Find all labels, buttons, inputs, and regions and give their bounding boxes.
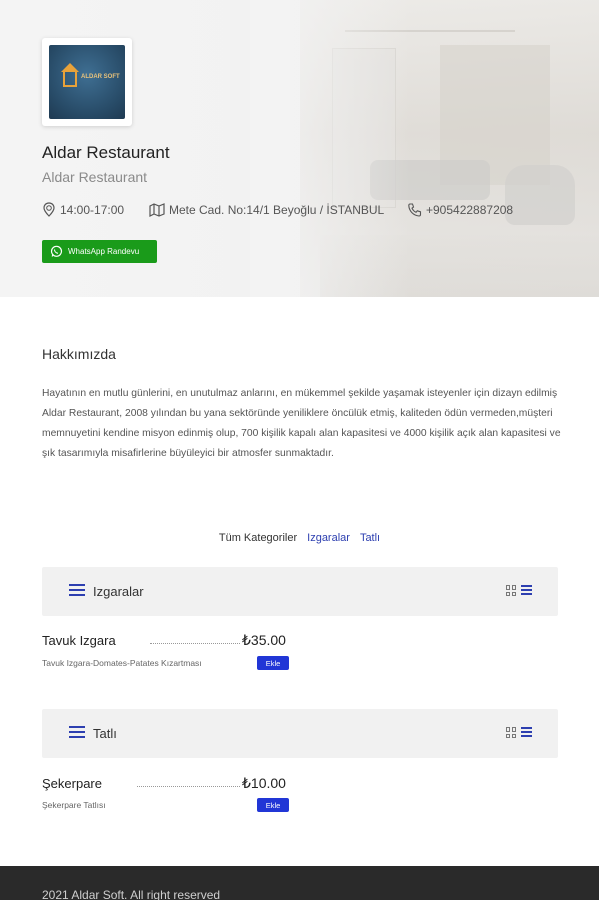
list-view-icon[interactable] <box>521 727 532 738</box>
menu-icon <box>69 584 85 596</box>
category-filter: Tüm Kategoriler Izgaralar Tatlı <box>0 532 599 544</box>
category-all[interactable]: Tüm Kategoriler <box>219 532 297 544</box>
restaurant-title: Aldar Restaurant <box>42 143 170 162</box>
hours-text: 14:00-17:00 <box>60 203 125 217</box>
grid-view-icon[interactable] <box>506 585 517 596</box>
category-tatli[interactable]: Tatlı <box>360 532 380 544</box>
address-text: Mete Cad. No:14/1 Beyoğlu / İSTANBUL <box>169 203 385 217</box>
grid-view-icon[interactable] <box>506 727 517 738</box>
menu-item-description: Şekerpare Tatlısı <box>42 800 106 810</box>
add-button[interactable]: Ekle <box>257 798 289 812</box>
phone-text: +905422887208 <box>426 203 514 217</box>
add-button[interactable]: Ekle <box>257 656 289 670</box>
view-toggle <box>506 585 532 596</box>
phone-icon <box>408 203 422 217</box>
restaurant-logo: ALDAR SOFT <box>42 38 132 126</box>
menu-item-price: ₺35.00 <box>242 632 286 648</box>
menu-item-price: ₺10.00 <box>242 775 286 791</box>
section-title: Izgaralar <box>93 584 144 599</box>
clock-icon <box>43 202 55 217</box>
category-izgaralar[interactable]: Izgaralar <box>307 532 350 544</box>
whatsapp-icon <box>50 245 63 257</box>
footer: 2021 Aldar Soft. All right reserved <box>0 866 599 900</box>
restaurant-subtitle: Aldar Restaurant <box>42 169 148 185</box>
section-header-tatli: Tatlı <box>42 709 558 758</box>
view-toggle <box>506 727 532 738</box>
price-leader <box>150 643 240 644</box>
list-view-icon[interactable] <box>521 585 532 596</box>
opening-hours: 14:00-17:00 <box>42 201 124 219</box>
address: Mete Cad. No:14/1 Beyoğlu / İSTANBUL <box>149 201 384 219</box>
logo-image: ALDAR SOFT <box>49 45 125 119</box>
whatsapp-appointment-button[interactable]: WhatsApp Randevu <box>42 240 157 263</box>
phone[interactable]: +905422887208 <box>407 201 513 219</box>
menu-item-name: Şekerpare <box>42 776 102 791</box>
menu-icon <box>69 726 85 738</box>
menu-item-name: Tavuk Izgara <box>42 633 116 648</box>
whatsapp-label: WhatsApp Randevu <box>68 247 140 256</box>
copyright-text: 2021 Aldar Soft. All right reserved <box>42 888 221 900</box>
about-text: Hayatının en mutlu günlerini, en unutulm… <box>42 388 561 459</box>
menu-item-description: Tavuk Izgara-Domates-Patates Kızartması <box>42 658 202 668</box>
section-header-izgaralar: Izgaralar <box>42 567 558 616</box>
hero-header: ALDAR SOFT Aldar Restaurant Aldar Restau… <box>0 0 599 297</box>
price-leader <box>137 786 240 787</box>
about-heading: Hakkımızda <box>42 346 116 362</box>
map-icon <box>149 203 165 217</box>
section-title: Tatlı <box>93 726 117 741</box>
